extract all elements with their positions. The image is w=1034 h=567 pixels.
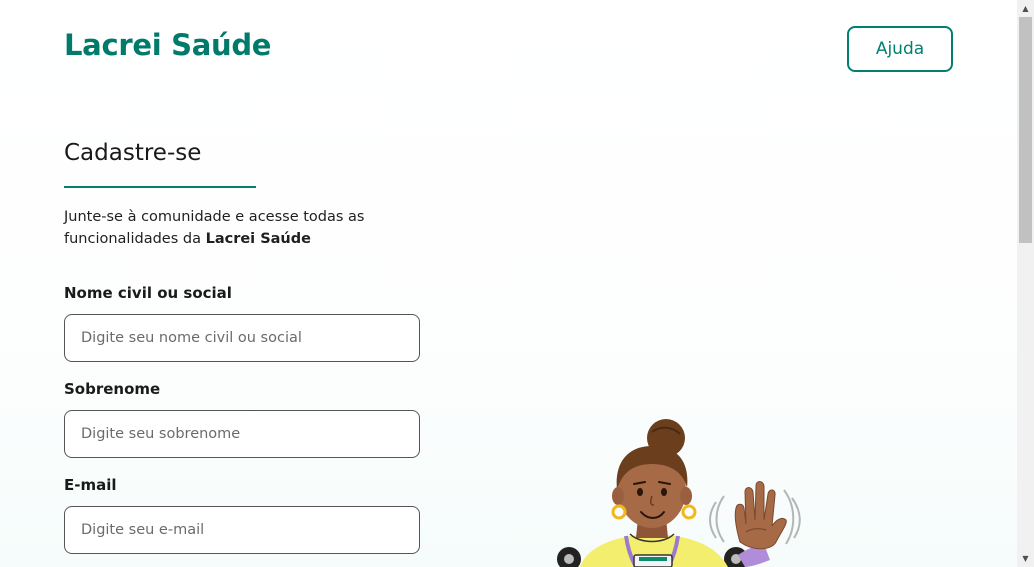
scroll-up-arrow-icon[interactable]: ▲ [1017, 0, 1034, 17]
signup-page: Lacrei Saúde Ajuda Cadastre-se Junte-se … [0, 0, 1017, 567]
motion-lines-left [715, 495, 725, 543]
earring-right [681, 504, 697, 520]
scroll-thumb[interactable] [1019, 17, 1032, 243]
name-label: Nome civil ou social [64, 284, 232, 302]
page-title: Cadastre-se [64, 140, 202, 166]
surname-input[interactable] [64, 410, 420, 458]
waving-person-illustration [557, 419, 801, 567]
waving-hand [734, 481, 787, 550]
email-input[interactable] [64, 506, 420, 554]
brand-logo[interactable]: Lacrei Saúde [64, 28, 271, 62]
title-underline [64, 186, 256, 188]
page-subtitle: Junte-se à comunidade e acesse todas as … [64, 206, 394, 250]
email-label: E-mail [64, 476, 117, 494]
earring-left [611, 504, 627, 520]
help-button[interactable]: Ajuda [847, 26, 953, 72]
vertical-scrollbar[interactable]: ▲ ▼ [1017, 0, 1034, 567]
surname-label: Sobrenome [64, 380, 161, 398]
scroll-down-arrow-icon[interactable]: ▼ [1017, 550, 1034, 567]
name-input[interactable] [64, 314, 420, 362]
subtitle-brand: Lacrei Saúde [205, 231, 311, 247]
